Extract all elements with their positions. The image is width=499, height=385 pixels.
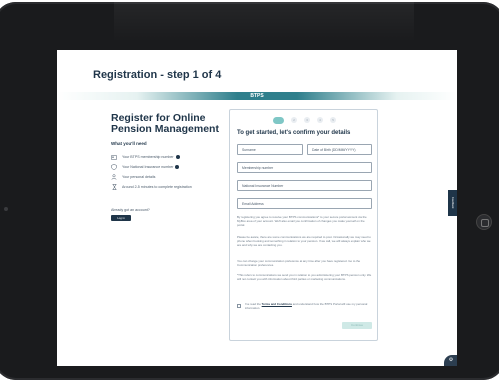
need-item-label: Your BTPS membership number — [122, 155, 174, 159]
need-item-label: Your National Insurance number — [122, 165, 174, 169]
need-item-label: Your personal details — [122, 175, 156, 179]
form-heading: To get started, let's confirm your detai… — [237, 130, 351, 136]
list-item: Around 2-5 minutes to complete registrat… — [111, 182, 219, 192]
legal-paragraph-4: *This refers to communications we send y… — [237, 273, 372, 281]
need-heading: What you'll need — [111, 141, 147, 146]
intro-title: Register for Online Pension Management — [111, 113, 219, 135]
hourglass-icon — [111, 184, 117, 190]
camera-icon — [4, 207, 8, 211]
info-icon[interactable] — [175, 165, 180, 169]
surname-field[interactable]: Surname — [237, 144, 303, 155]
shield-icon — [111, 164, 117, 170]
id-card-icon — [111, 154, 117, 160]
list-item: Your BTPS membership number — [111, 152, 219, 162]
feedback-tab[interactable]: Feedback — [448, 190, 457, 216]
registration-card: 1 2 3 4 5 To get started, let's confirm … — [229, 109, 378, 341]
ni-number-field[interactable]: National Insurance Number — [237, 180, 372, 191]
gear-icon[interactable]: ⚙ — [444, 355, 457, 366]
email-field[interactable]: Email Address — [237, 198, 372, 209]
terms-link[interactable]: Terms and Conditions — [262, 302, 292, 306]
membership-number-field[interactable]: Membership number — [237, 162, 372, 173]
tablet-device: Registration - step 1 of 4 BTPS Register… — [0, 2, 499, 380]
need-item-label: Around 2-5 minutes to complete registrat… — [122, 185, 192, 189]
info-icon[interactable] — [175, 155, 180, 159]
step-2: 2 — [291, 117, 297, 123]
terms-agreement: I've read the Terms and Conditions and u… — [237, 302, 372, 311]
tablet-glare — [114, 2, 414, 42]
have-account-text: Already got an account? — [111, 208, 150, 212]
legal-paragraph-2: Please be aware, there are some communic… — [237, 235, 371, 247]
intro-panel: Register for Online Pension Management W… — [111, 113, 219, 221]
list-item: Your personal details — [111, 172, 219, 182]
step-4: 4 — [317, 117, 323, 123]
terms-checkbox[interactable] — [237, 304, 241, 308]
intro-title-line2: Pension Management — [111, 123, 219, 135]
page-title: Registration - step 1 of 4 — [93, 69, 222, 81]
login-button[interactable]: Log in — [111, 215, 131, 221]
dob-field[interactable]: Date of Birth (DD/MM/YYYY) — [307, 144, 372, 155]
step-1: 1 — [273, 116, 284, 124]
need-list: Your BTPS membership number Your Nationa… — [111, 152, 219, 192]
step-5: 5 — [330, 117, 336, 123]
step-3: 3 — [304, 117, 310, 123]
continue-button[interactable]: Continue — [342, 322, 372, 329]
step-indicator: 1 2 3 4 5 — [230, 116, 379, 124]
home-button[interactable] — [476, 214, 492, 230]
legal-paragraph-1: By registering you agree to receive your… — [237, 215, 367, 227]
terms-text: I've read the Terms and Conditions and u… — [245, 302, 372, 311]
person-icon — [111, 174, 117, 180]
legal-paragraph-3: You can change your communication prefer… — [237, 259, 361, 267]
tablet-screen: Registration - step 1 of 4 BTPS Register… — [57, 50, 457, 366]
list-item: Your National Insurance number — [111, 162, 219, 172]
brand-logo: BTPS — [250, 93, 264, 99]
